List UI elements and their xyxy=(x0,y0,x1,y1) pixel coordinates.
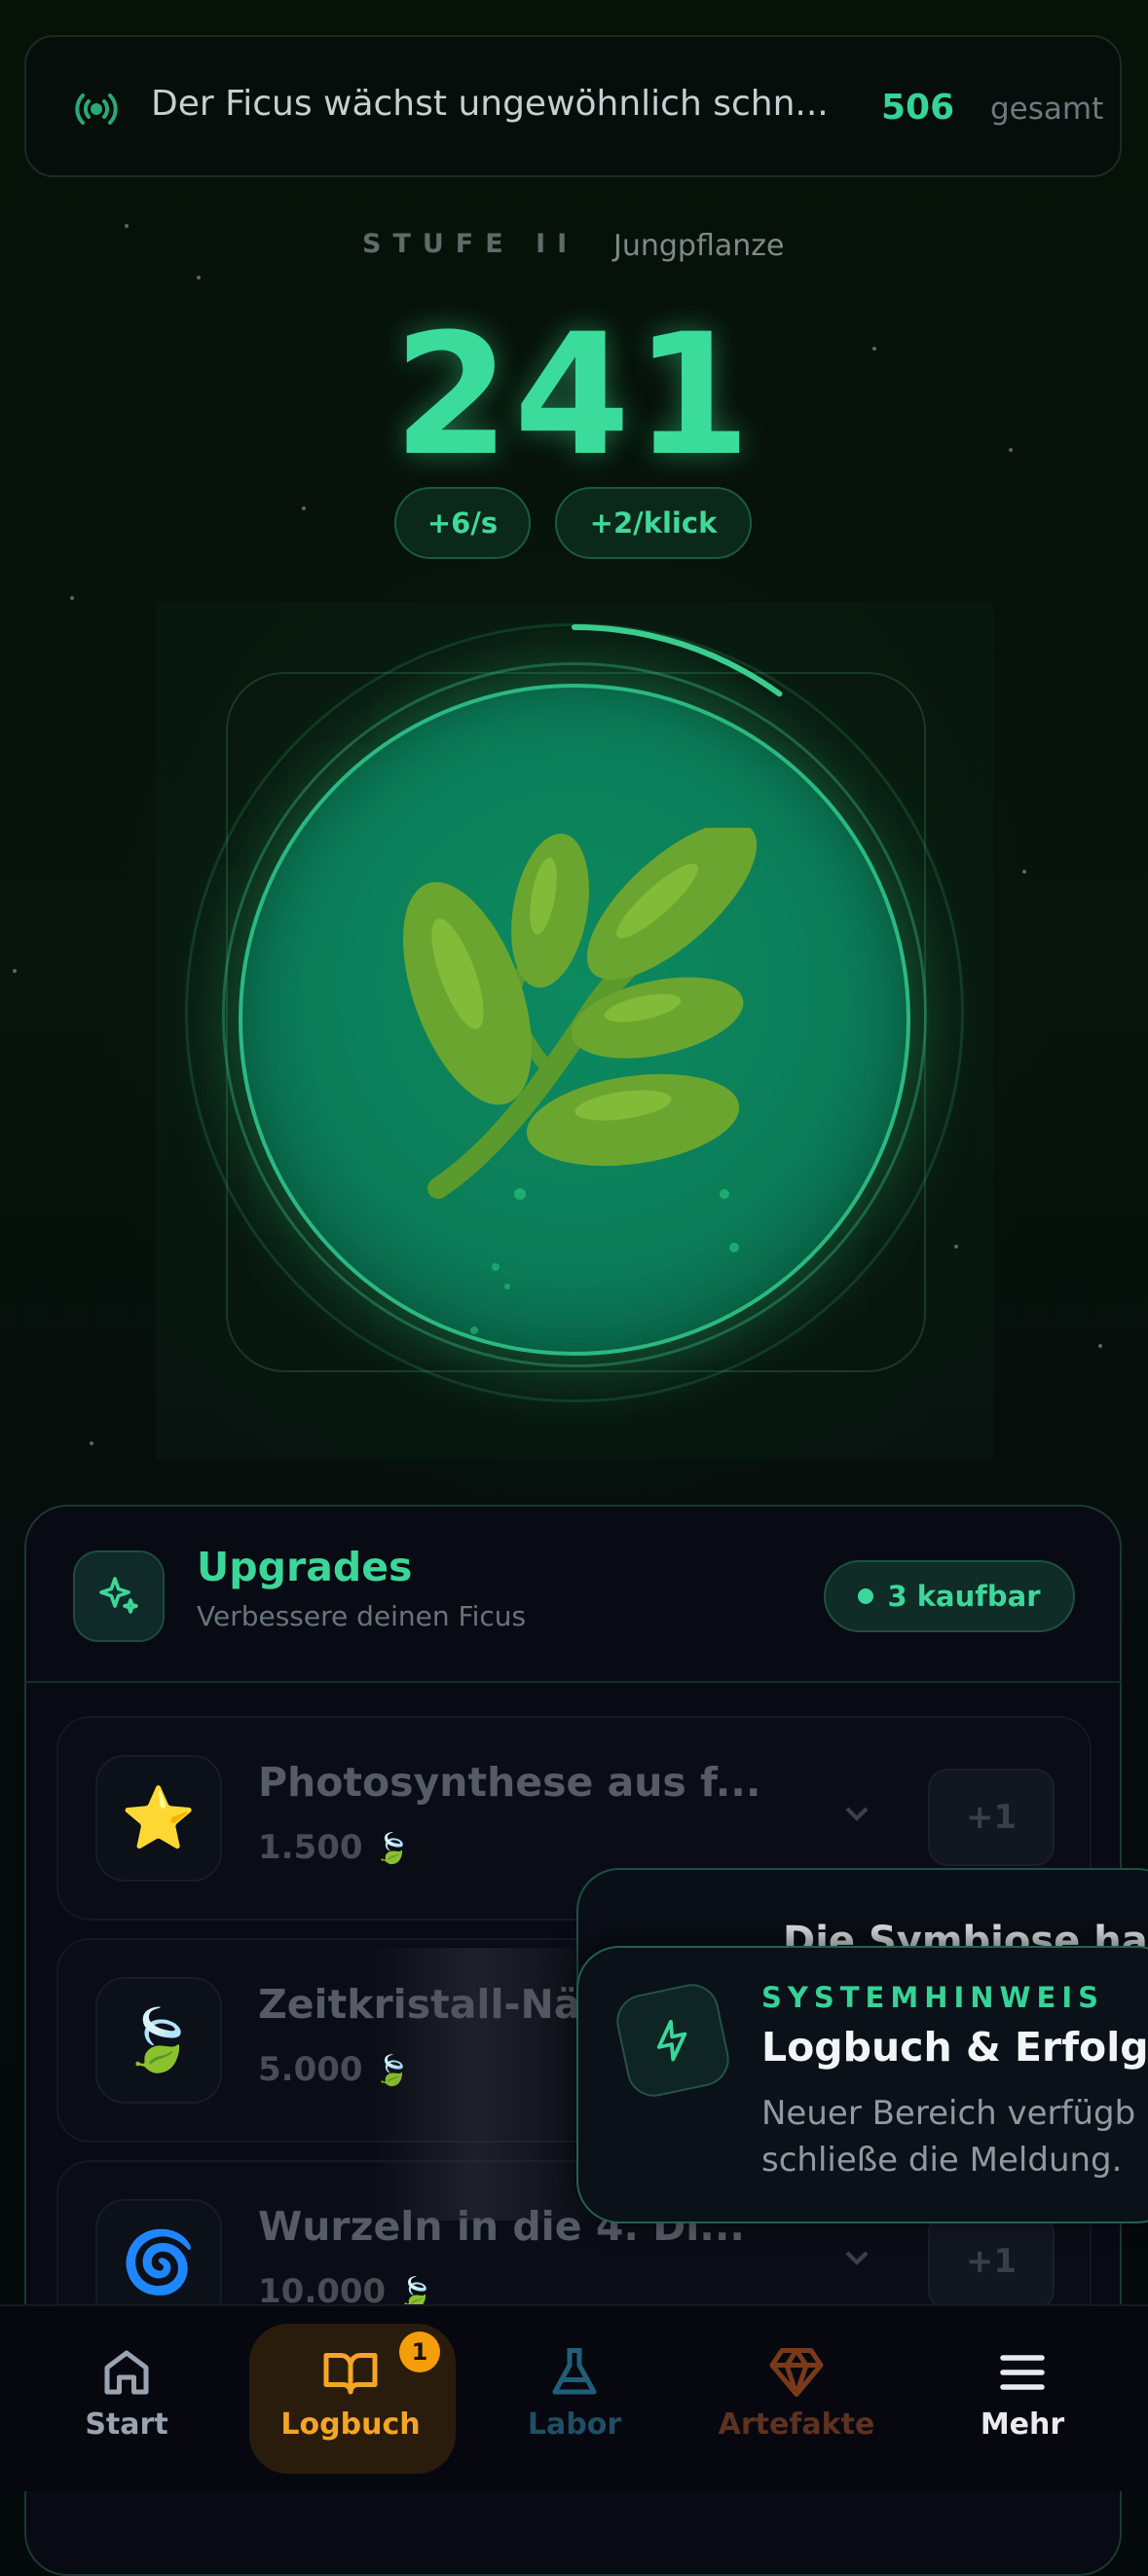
toast-line: schließe die Meldung. xyxy=(761,2141,1123,2180)
stage-name: Jungpflanze xyxy=(613,229,785,263)
star xyxy=(302,506,306,510)
stage-label: STUFE II xyxy=(362,229,579,259)
ticker-message: Der Ficus wächst ungewöhnlich schn... xyxy=(151,84,829,124)
upgrade-name: Photosynthese aus f... xyxy=(258,1759,761,1806)
star xyxy=(125,224,129,228)
toast-body: Neuer Bereich verfügb schließe die Meldu… xyxy=(761,2090,1135,2184)
plant-sprout-icon xyxy=(403,828,758,1199)
per-click-badge: +2/klick xyxy=(555,487,752,559)
upgrades-title: Upgrades xyxy=(197,1544,413,1590)
star xyxy=(90,1441,93,1445)
toast-label: SYSTEMHINWEIS xyxy=(761,1981,1105,2014)
nav-labor[interactable]: Labor xyxy=(477,2314,672,2470)
notification-badge: 1 xyxy=(399,2332,440,2372)
news-ticker[interactable]: Der Ficus wächst ungewöhnlich schn... 50… xyxy=(24,35,1122,177)
book-icon xyxy=(323,2352,378,2394)
star xyxy=(1022,870,1026,874)
star xyxy=(13,969,17,973)
flask-icon xyxy=(552,2347,597,2394)
menu-icon xyxy=(1000,2354,1045,2390)
points-counter: 241 xyxy=(392,297,756,493)
nav-label: Logbuch xyxy=(280,2407,421,2442)
nav-label: Start xyxy=(85,2407,168,2442)
star xyxy=(1098,1344,1102,1348)
nav-label: Mehr xyxy=(980,2407,1065,2442)
total-label: gesamt xyxy=(990,92,1104,127)
buy-button[interactable]: +1 xyxy=(928,1769,1055,1866)
gem-icon xyxy=(769,2347,824,2397)
nav-start[interactable]: Start xyxy=(29,2314,224,2470)
nav-label: Labor xyxy=(527,2407,622,2442)
star xyxy=(197,276,201,280)
nav-label: Artefakte xyxy=(718,2407,875,2442)
home-icon xyxy=(104,2350,149,2394)
nav-mehr[interactable]: Mehr xyxy=(925,2314,1120,2470)
buyable-count: 3 kaufbar xyxy=(887,1580,1041,1613)
price-value: 1.500 xyxy=(258,1828,363,1867)
star-icon: ⭐ xyxy=(95,1755,222,1882)
chevron-down-icon[interactable] xyxy=(837,2238,876,2277)
upgrade-price: 1.500 🍃 xyxy=(258,1828,411,1867)
toast-title: Logbuch & Erfolg xyxy=(761,2024,1148,2071)
broadcast-icon xyxy=(75,93,118,125)
star xyxy=(70,596,74,600)
lightning-icon xyxy=(611,1979,734,2102)
buyable-badge: 3 kaufbar xyxy=(824,1560,1075,1632)
price-value: 5.000 xyxy=(258,2050,363,2089)
leaf-icon: 🍃 xyxy=(95,1977,222,2104)
nav-artefakte[interactable]: Artefakte xyxy=(699,2314,894,2470)
toast-line: Neuer Bereich verfügb xyxy=(761,2094,1136,2133)
loading-shimmer xyxy=(370,1948,604,2221)
leaf-icon: 🍃 xyxy=(374,1832,411,1866)
total-count: 506 xyxy=(881,88,955,128)
system-toast[interactable]: SYSTEMHINWEIS Logbuch & Erfolg Neuer Ber… xyxy=(576,1946,1148,2223)
buy-button[interactable]: +1 xyxy=(928,2213,1055,2310)
status-dot xyxy=(858,1588,874,1604)
per-second-badge: +6/s xyxy=(394,487,531,559)
upgrades-subtitle: Verbessere deinen Ficus xyxy=(197,1600,527,1632)
chevron-down-icon[interactable] xyxy=(837,1794,876,1833)
sparkles-icon xyxy=(73,1550,165,1642)
